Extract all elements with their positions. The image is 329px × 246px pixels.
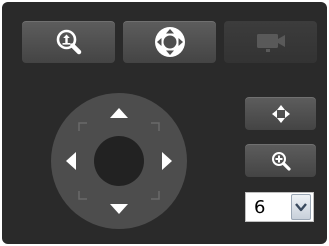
chevron-down-icon[interactable] [291, 194, 311, 220]
move-arrows-icon [271, 104, 290, 123]
zoom-in-icon [56, 29, 81, 55]
camera-icon [256, 34, 285, 52]
center-button[interactable] [123, 21, 216, 63]
zoom-in-small-button[interactable] [245, 144, 316, 177]
speed-select-value: 6 [254, 196, 266, 218]
move-button[interactable] [245, 97, 316, 130]
dpad-center[interactable] [94, 136, 144, 186]
zoom-in-icon [271, 151, 291, 171]
camera-button[interactable] [224, 21, 317, 63]
center-target-icon [154, 27, 185, 57]
direction-pad [51, 93, 187, 229]
zoom-in-button[interactable] [22, 21, 115, 63]
speed-select[interactable]: 6 [245, 192, 314, 222]
ptz-control-panel: 6 [2, 2, 327, 244]
